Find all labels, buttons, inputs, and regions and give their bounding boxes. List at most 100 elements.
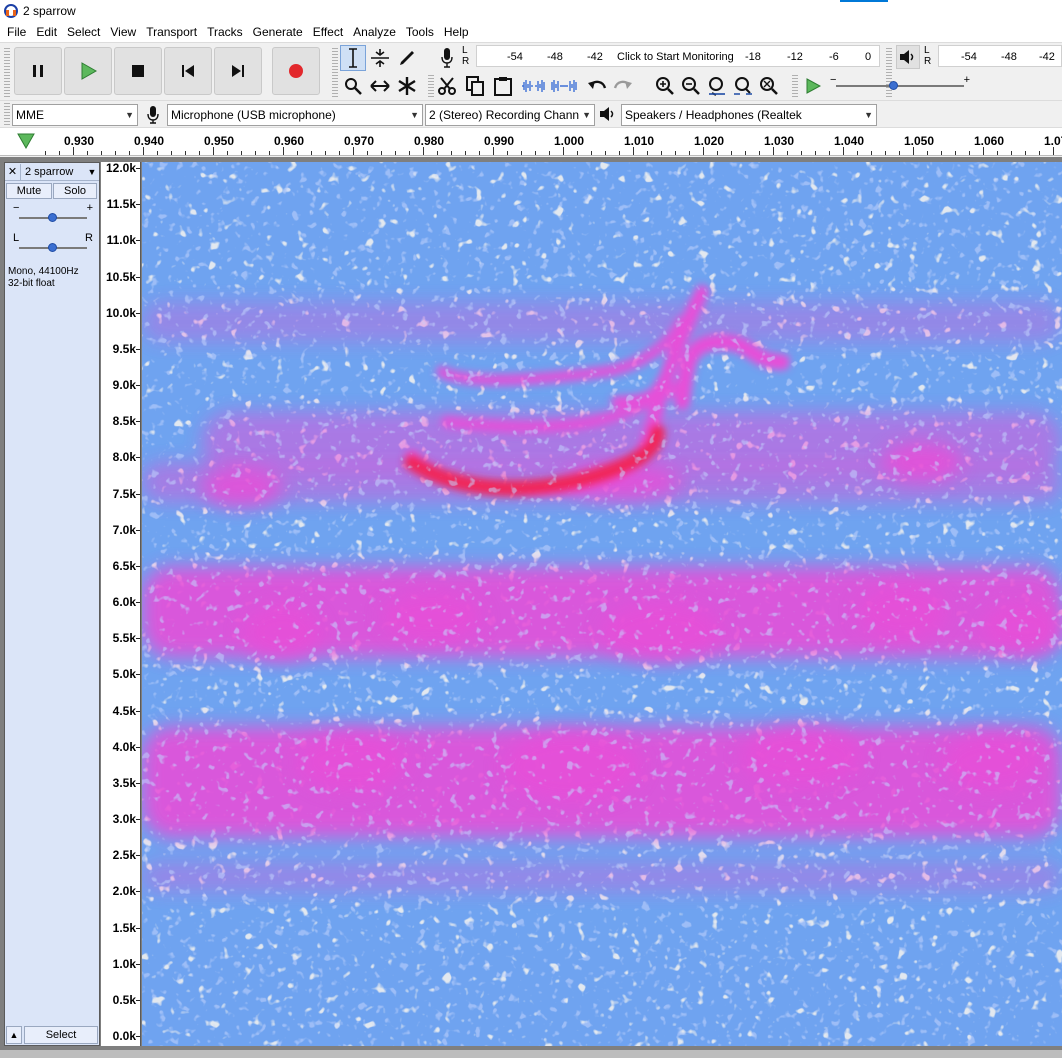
- play-icon: [81, 62, 97, 80]
- record-meter-right-label: R: [462, 56, 470, 67]
- track-menu-arrow[interactable]: ▼: [85, 167, 99, 177]
- play-at-speed-button[interactable]: [800, 73, 826, 99]
- timeline-tick-mark: [675, 151, 676, 155]
- zoom-toggle-button[interactable]: [756, 73, 782, 99]
- timeline-tick-mark: [367, 151, 368, 155]
- chevron-down-icon: ▼: [864, 110, 873, 120]
- gain-slider[interactable]: − +: [13, 202, 93, 225]
- playback-volume-button[interactable]: [896, 45, 920, 69]
- pan-thumb[interactable]: [48, 243, 57, 252]
- skip-to-end-button[interactable]: [214, 47, 262, 95]
- zoom-out-button[interactable]: [678, 73, 704, 99]
- menu-view[interactable]: View: [105, 22, 141, 42]
- timeline-tick-mark: [59, 151, 60, 155]
- frequency-tick-label: 10.5k: [105, 269, 136, 284]
- fit-selection-button[interactable]: [704, 73, 730, 99]
- gain-thumb[interactable]: [48, 213, 57, 222]
- toolbar-grip[interactable]: [332, 47, 338, 97]
- toolbar-grip[interactable]: [4, 47, 10, 97]
- redo-button[interactable]: [610, 73, 636, 99]
- menu-help[interactable]: Help: [439, 22, 474, 42]
- paste-button[interactable]: [490, 73, 516, 99]
- selection-tool[interactable]: [340, 45, 366, 71]
- multi-tool[interactable]: [394, 73, 420, 99]
- timeline-tick-mark: [283, 147, 284, 155]
- timeline-tick-mark: [717, 151, 718, 155]
- timeline-tick-mark: [339, 151, 340, 155]
- menu-tools[interactable]: Tools: [401, 22, 439, 42]
- menu-transport[interactable]: Transport: [141, 22, 202, 42]
- play-button[interactable]: [64, 47, 112, 95]
- collapse-track-button[interactable]: ▲: [6, 1026, 22, 1044]
- recording-device-select[interactable]: Microphone (USB microphone) ▼: [167, 104, 423, 126]
- copy-button[interactable]: [462, 73, 488, 99]
- timeline-tick-mark: [899, 151, 900, 155]
- frequency-tick-label: 9.5k: [112, 341, 136, 356]
- microphone-icon[interactable]: [440, 47, 454, 69]
- playback-device-select[interactable]: Speakers / Headphones (Realtek ▼: [621, 104, 877, 126]
- menu-bar: File Edit Select View Transport Tracks G…: [0, 22, 1062, 42]
- menu-tracks[interactable]: Tracks: [202, 22, 248, 42]
- record-meter[interactable]: LR -54 -48 -42 Click to Start Monitoring…: [462, 45, 880, 69]
- time-shift-tool[interactable]: [367, 73, 393, 99]
- record-button[interactable]: [272, 47, 320, 95]
- toolbar-grip[interactable]: [792, 73, 798, 97]
- timeline-tick-label: 0.980: [414, 134, 445, 148]
- trim-button[interactable]: [520, 73, 548, 99]
- menu-select[interactable]: Select: [62, 22, 105, 42]
- mute-button[interactable]: Mute: [6, 183, 52, 199]
- slider-thumb[interactable]: [888, 81, 898, 90]
- frequency-tick-label: 4.5k: [112, 703, 136, 718]
- spectrogram-view[interactable]: [142, 162, 1062, 1046]
- speaker-icon: [900, 50, 914, 64]
- timeline-ruler[interactable]: 0.930 0.940 0.950 0.960 0.970 0.980 0.990 1.000…: [0, 128, 1062, 156]
- timeline-tick-mark: [451, 151, 452, 155]
- zoom-in-button[interactable]: [652, 73, 678, 99]
- menu-effect[interactable]: Effect: [308, 22, 348, 42]
- skip-to-start-icon: [182, 65, 194, 77]
- draw-tool[interactable]: [394, 45, 420, 71]
- frequency-tick-mark: [136, 276, 140, 278]
- frequency-tick-label: 9.0k: [112, 378, 136, 392]
- solo-button[interactable]: Solo: [53, 183, 97, 199]
- play-speed-slider[interactable]: − +: [830, 74, 970, 96]
- audacity-logo-icon: [4, 4, 18, 18]
- select-track-button[interactable]: Select: [24, 1026, 98, 1044]
- frequency-tick-mark: [136, 312, 140, 314]
- playback-meter-left-label: L: [924, 45, 930, 56]
- undo-button[interactable]: [584, 73, 610, 99]
- fit-selection-icon: [709, 77, 725, 96]
- audio-host-select[interactable]: MME ▼: [12, 104, 138, 126]
- play-head-triangle-icon[interactable]: [17, 133, 35, 149]
- cut-button[interactable]: [434, 73, 460, 99]
- frequency-tick-label: 5.0k: [112, 667, 136, 682]
- start-monitoring-prompt[interactable]: Click to Start Monitoring: [617, 51, 734, 63]
- fit-project-button[interactable]: [730, 73, 756, 99]
- timeline-tick-mark: [213, 147, 214, 155]
- frequency-axis[interactable]: 12.0k 11.5k 11.0k 10.5k 10.0k 9.5k 9.0k 8.5k 8.0…: [101, 161, 141, 1046]
- toolbar-grip[interactable]: [4, 103, 10, 125]
- stop-button[interactable]: [114, 47, 162, 95]
- menu-analyze[interactable]: Analyze: [348, 22, 401, 42]
- frequency-tick-mark: [136, 710, 140, 712]
- frequency-tick-mark: [136, 1036, 140, 1037]
- zoom-tool[interactable]: [340, 73, 366, 99]
- speaker-icon: [600, 107, 614, 121]
- recording-channels-select[interactable]: 2 (Stereo) Recording Chann ▼: [425, 104, 595, 126]
- playback-meter[interactable]: LR -54 -48 -42: [924, 45, 1062, 69]
- edit-toolbar: [434, 73, 794, 99]
- menu-generate[interactable]: Generate: [248, 22, 308, 42]
- pan-slider[interactable]: L R: [13, 232, 93, 255]
- frequency-tick-label: 8.5k: [112, 414, 136, 429]
- silence-button[interactable]: [550, 73, 578, 99]
- track-name[interactable]: 2 sparrow: [21, 166, 85, 178]
- menu-edit[interactable]: Edit: [31, 22, 62, 42]
- tools-toolbar: [340, 45, 424, 99]
- gain-plus-label: +: [86, 202, 93, 214]
- menu-file[interactable]: File: [2, 22, 31, 42]
- track-close-button[interactable]: ✕: [5, 163, 21, 180]
- copy-icon: [466, 76, 484, 96]
- skip-to-start-button[interactable]: [164, 47, 212, 95]
- pause-button[interactable]: [14, 47, 62, 95]
- envelope-tool[interactable]: [367, 45, 393, 71]
